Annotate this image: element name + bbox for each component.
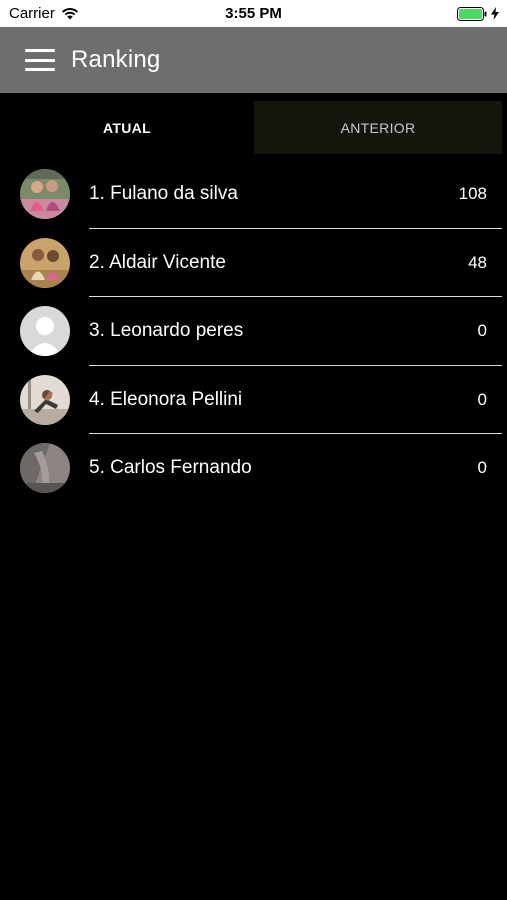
ranking-score: 0 bbox=[477, 321, 487, 341]
list-item[interactable]: 5. Carlos Fernando 0 bbox=[0, 434, 507, 503]
avatar bbox=[20, 237, 70, 288]
status-left: Carrier bbox=[9, 5, 79, 22]
carrier-label: Carrier bbox=[9, 5, 55, 22]
default-user-avatar-icon bbox=[20, 306, 70, 357]
status-bar: Carrier 3:55 PM bbox=[0, 0, 507, 27]
status-right bbox=[457, 6, 499, 21]
ranking-name: 1. Fulano da silva bbox=[89, 183, 238, 205]
hamburger-menu-icon[interactable] bbox=[25, 49, 55, 71]
battery-charging-icon bbox=[457, 6, 487, 21]
list-item[interactable]: 2. Aldair Vicente 48 bbox=[0, 229, 507, 297]
app-bar: Ranking bbox=[0, 27, 507, 93]
charging-bolt-icon bbox=[491, 7, 499, 20]
ranking-score: 0 bbox=[477, 389, 487, 409]
list-item[interactable]: 3. Leonardo peres 0 bbox=[0, 297, 507, 366]
ranking-score: 48 bbox=[468, 252, 487, 272]
ranking-name: 5. Carlos Fernando bbox=[89, 457, 252, 479]
tab-atual[interactable]: ATUAL bbox=[0, 101, 254, 154]
avatar bbox=[20, 374, 70, 425]
ranking-name: 4. Eleonora Pellini bbox=[89, 388, 243, 410]
ranking-score: 0 bbox=[477, 458, 487, 478]
tab-anterior[interactable]: ANTERIOR bbox=[254, 101, 502, 154]
list-item[interactable]: 1. Fulano da silva 108 bbox=[0, 160, 507, 229]
ranking-name: 2. Aldair Vicente bbox=[89, 251, 226, 273]
page-title: Ranking bbox=[71, 46, 161, 73]
tab-bar: ATUAL ANTERIOR bbox=[0, 101, 507, 154]
ranking-score: 108 bbox=[458, 184, 487, 204]
ranking-name: 3. Leonardo peres bbox=[89, 320, 244, 342]
ranking-list: 1. Fulano da silva 108 2. Aldair Vicente… bbox=[0, 160, 507, 503]
list-item[interactable]: 4. Eleonora Pellini 0 bbox=[0, 366, 507, 434]
wifi-icon bbox=[61, 7, 79, 20]
avatar bbox=[20, 443, 70, 494]
avatar bbox=[20, 169, 70, 220]
